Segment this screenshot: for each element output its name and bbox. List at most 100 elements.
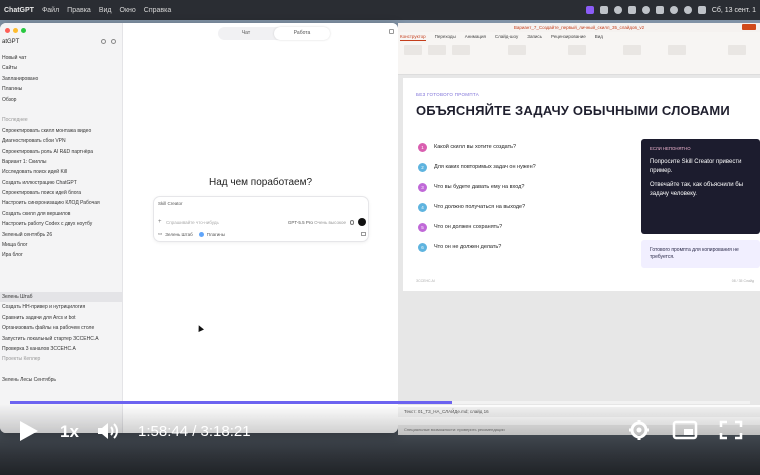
volume-icon[interactable] (96, 421, 120, 441)
sidebar-chat-item[interactable]: Запустить локальный стартер ЗССЕНС.А (0, 334, 123, 344)
sidebar-app-title[interactable]: atGPT (2, 39, 19, 45)
sidebar-chat-item[interactable]: Создать иллюстрацию ChatGPT (0, 178, 123, 188)
status-app-icon[interactable] (585, 6, 594, 14)
ribbon-button[interactable] (428, 45, 446, 55)
ppt-titlebar: Вариант_7_Создайте_первый_личный_скилл_3… (398, 23, 760, 32)
ribbon-button[interactable] (568, 45, 586, 55)
menubar-item-help[interactable]: Справка (144, 7, 171, 14)
question-item: 5 Что он должен сохранять? (418, 222, 502, 232)
ribbon-tab[interactable]: Анимация (465, 32, 486, 41)
status-icon[interactable] (599, 6, 608, 14)
tab-work[interactable]: Работа (274, 27, 330, 40)
sidebar-chat-item[interactable]: Сайты (0, 63, 123, 73)
zoom-window-button[interactable] (21, 28, 26, 33)
playback-speed-button[interactable]: 1x (60, 422, 79, 442)
fullscreen-icon[interactable] (718, 419, 744, 441)
slide[interactable]: БЕЗ ГОТОВОГО ПРОМПТА ОБЪЯСНЯЙТЕ ЗАДАЧУ О… (403, 78, 760, 291)
menubar-item-file[interactable]: Файл (42, 7, 59, 14)
message-input[interactable]: Спрашивайте что-нибудь (166, 220, 288, 225)
sidebar-chat-item[interactable]: Обзор (0, 95, 123, 105)
sidebar-chat-item[interactable]: Настроить работу Codex с двух ноутбу (0, 219, 123, 229)
ribbon-tab[interactable]: Вид (595, 32, 603, 41)
question-number: 5 (418, 222, 427, 232)
slide-kicker: БЕЗ ГОТОВОГО ПРОМПТА (416, 92, 480, 97)
ribbon-tab[interactable]: Рецензирование (551, 32, 586, 41)
send-button[interactable] (358, 218, 366, 226)
sidebar-section-label: Проекты Кеплер (2, 356, 41, 363)
wifi-icon[interactable] (669, 6, 678, 14)
menubar-clock[interactable]: Сб, 13 сент. 1 (712, 7, 756, 14)
play-icon[interactable] (20, 421, 38, 441)
question-number: 4 (418, 202, 427, 212)
status-icon[interactable] (627, 6, 636, 14)
window-icon[interactable] (389, 29, 394, 34)
question-item: 3 Что вы будете давать ему на вход? (418, 182, 524, 192)
sidebar-chat-item[interactable]: Вариант 1: Скиллы (0, 157, 123, 167)
ribbon-tab[interactable]: Запись (527, 32, 542, 41)
menubar-item-window[interactable]: Окно (120, 7, 136, 14)
sidebar-chat-item[interactable]: Запланировано (0, 74, 123, 84)
hint-kicker: ЕСЛИ НЕПОНЯТНО (650, 146, 691, 151)
search-icon[interactable] (101, 39, 106, 44)
menubar-item-view[interactable]: Вид (99, 7, 112, 14)
minimize-window-button[interactable] (13, 28, 18, 33)
sidebar-chat-item[interactable]: Мища блог (0, 240, 123, 250)
sidebar-chat-item[interactable]: Спроектировать роль AI R&D партнёра (0, 147, 123, 157)
new-chat-icon[interactable] (111, 39, 116, 44)
menubar-app-name[interactable]: ChatGPT (4, 7, 34, 14)
ribbon-tab[interactable]: Переходы (435, 32, 456, 41)
question-number: 2 (418, 162, 427, 172)
ribbon-button[interactable] (452, 45, 470, 55)
search-icon[interactable] (683, 6, 692, 14)
status-icon[interactable] (613, 6, 622, 14)
sidebar-chat-item[interactable]: Диагностировать сбои VPN (0, 136, 123, 146)
tab-chat[interactable]: Чат (218, 27, 274, 40)
menu-bar: ChatGPT Файл Правка Вид Окно Справка Сб,… (0, 0, 760, 20)
ribbon-button[interactable] (508, 45, 526, 55)
sidebar-chat-item[interactable]: Ира блог (0, 250, 123, 260)
sidebar-chat-item[interactable]: Создать скилл для вершилов (0, 209, 123, 219)
share-button[interactable] (742, 24, 756, 30)
sidebar-chat-item[interactable]: Новый чат (0, 53, 123, 63)
sidebar-actions (101, 39, 116, 44)
sidebar-chat-item[interactable]: Спроектировать скилл монтажа видео (0, 126, 123, 136)
microphone-icon[interactable] (350, 219, 354, 225)
sidebar-chat-item[interactable]: Зелень Лесы Сентябрь (0, 375, 123, 385)
question-text: Что вы будете давать ему на вход? (434, 184, 525, 190)
expand-icon[interactable] (361, 232, 366, 236)
composer-input-row: + Спрашивайте что-нибудь GPT-5.5 Pro Оче… (158, 217, 366, 227)
ribbon-button[interactable] (668, 45, 686, 55)
sidebar-chat-item[interactable]: Зеленый сентябрь 26 (0, 230, 123, 240)
close-window-button[interactable] (5, 28, 10, 33)
model-selector[interactable]: GPT-5.5 Pro Очень высокое (288, 220, 346, 225)
skill-chip[interactable]: Skill Creator (158, 201, 183, 206)
ribbon-button[interactable] (623, 45, 641, 55)
sidebar-chat-item[interactable]: Проверка 3 каналов ЗССЕНС.А (0, 344, 123, 354)
settings-gear-icon[interactable] (626, 419, 652, 441)
sidebar-chat-item[interactable]: Плагины (0, 84, 123, 94)
sidebar-chat-item[interactable]: Зелень Штаб (0, 291, 123, 303)
status-icon[interactable] (641, 6, 650, 14)
ribbon-button[interactable] (404, 45, 422, 55)
control-center-icon[interactable] (697, 6, 706, 14)
ppt-ribbon (398, 41, 760, 75)
plugins-label[interactable]: Плагины (207, 232, 225, 237)
project-label[interactable]: Зелень Штаб (165, 232, 193, 237)
mode-toggle: Чат Работа (218, 27, 330, 40)
menubar-item-edit[interactable]: Правка (67, 7, 91, 14)
picture-in-picture-icon[interactable] (672, 419, 698, 441)
sidebar-chat-item[interactable]: Организовать файлы на рабочем столе (0, 323, 123, 333)
sidebar-chat-item[interactable]: Настроить синхронизацию КЛОД Рабочая (0, 198, 123, 208)
sidebar-chat-item[interactable]: Спроектировать поиск идей блога (0, 188, 123, 198)
battery-icon[interactable] (655, 6, 664, 14)
ribbon-tab[interactable]: Конструктор (400, 32, 426, 41)
sidebar-chat-item[interactable]: Исследовать поиск идей Kill (0, 167, 123, 177)
sidebar-chat-item[interactable]: Создать НН-привер и нутрицилогия (0, 302, 123, 312)
ribbon-button[interactable] (728, 45, 746, 55)
add-icon[interactable]: + (158, 219, 166, 225)
sidebar-chat-item[interactable]: Сравнить задачи для Arcs и bot (0, 313, 123, 323)
ribbon-tab[interactable]: Слайд-шоу (495, 32, 518, 41)
